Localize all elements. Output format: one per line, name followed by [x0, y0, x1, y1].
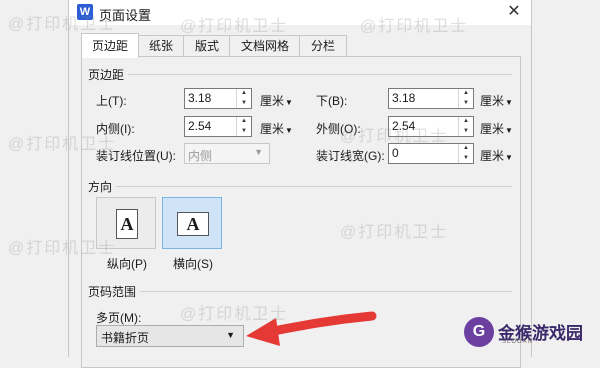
site-logo: G 金猴游戏园 SLOGAN: [464, 315, 592, 351]
logo-slogan: SLOGAN: [502, 339, 534, 345]
tab-margins[interactable]: 页边距: [81, 33, 139, 58]
logo-mark-icon: G: [464, 317, 494, 347]
